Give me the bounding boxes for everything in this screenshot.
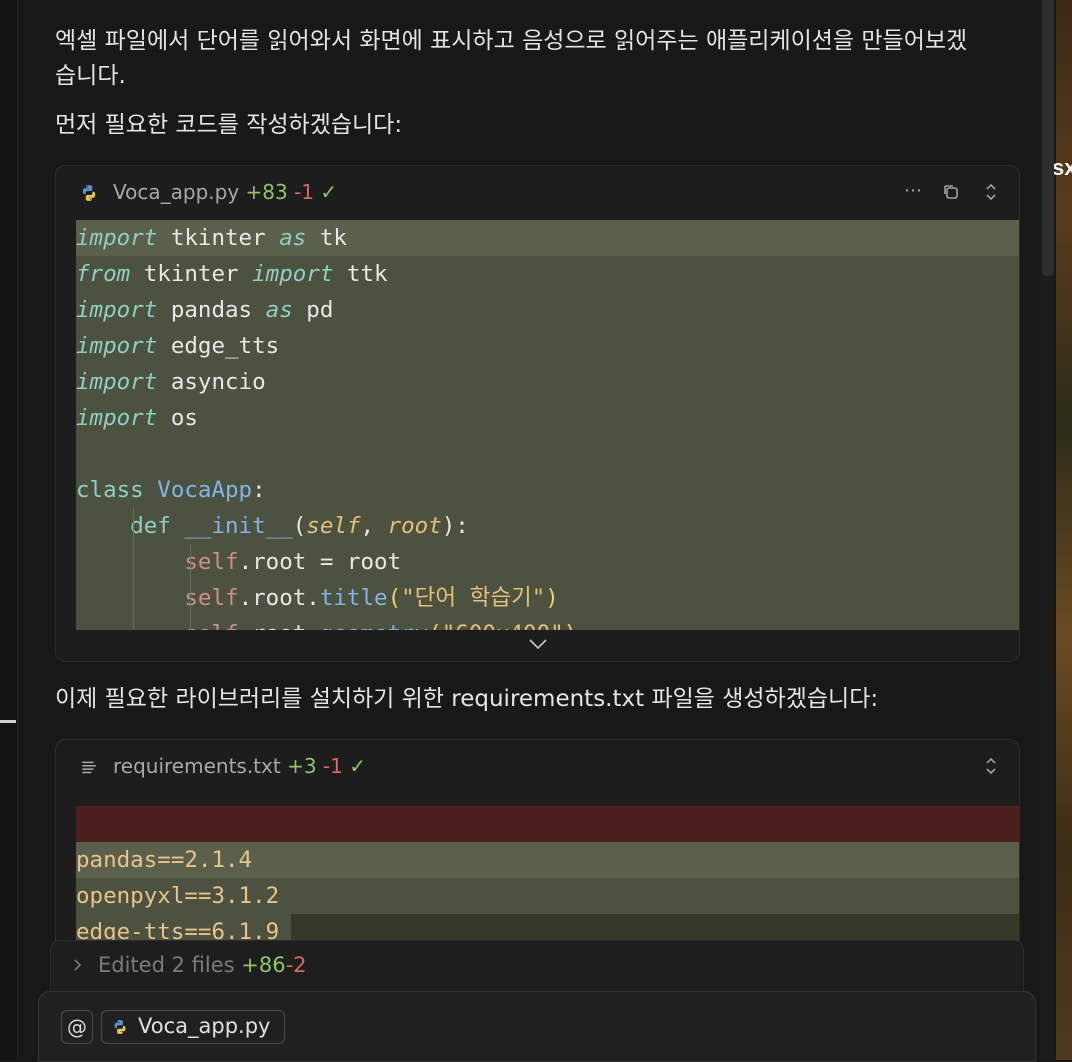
lines-removed-count: -1 bbox=[322, 754, 343, 778]
lines-removed-count: -1 bbox=[294, 180, 315, 204]
code-line-11: self.root.title("단어 학습기") bbox=[184, 585, 559, 611]
left-panel-edge bbox=[0, 0, 18, 1060]
context-file-chip[interactable]: Voca_app.py bbox=[101, 1010, 285, 1044]
applied-check-icon: ✓ bbox=[320, 180, 338, 204]
code-line-3: import pandas as pd bbox=[76, 297, 334, 323]
lines-added-count: +83 bbox=[245, 180, 288, 204]
edited-files-summary[interactable]: Edited 2 files +86-2 bbox=[50, 940, 1024, 993]
req-line-1: pandas==2.1.4 bbox=[76, 842, 1019, 878]
code-line-2: from tkinter import ttk bbox=[76, 261, 388, 287]
edited-files-text: Edited 2 files +86-2 bbox=[98, 953, 307, 977]
code-line-6: import os bbox=[76, 405, 198, 431]
background-window-text: sx bbox=[1052, 155, 1072, 180]
left-panel-indicator bbox=[0, 720, 16, 723]
removed-line bbox=[76, 806, 1019, 842]
code-block-filename[interactable]: requirements.txt +3 -1 ✓ bbox=[113, 754, 366, 778]
total-added-count: +86 bbox=[241, 953, 286, 977]
code-diff-area[interactable]: pandas==2.1.4 openpyxl==3.1.2 edge-tts==… bbox=[76, 806, 1019, 961]
chat-scrollbar-thumb[interactable] bbox=[1042, 0, 1054, 276]
text-file-icon bbox=[82, 761, 96, 774]
expand-collapse-icon[interactable] bbox=[980, 180, 1002, 204]
code-line-9: def __init__(self, root): bbox=[130, 513, 469, 539]
code-block-header[interactable]: Voca_app.py +83 -1 ✓ ⋯ bbox=[56, 166, 1019, 220]
code-block-header[interactable]: requirements.txt +3 -1 ✓ bbox=[56, 740, 1019, 794]
chevron-right-icon[interactable] bbox=[71, 953, 83, 978]
code-line-1: import tkinter as tk bbox=[76, 220, 1019, 256]
context-file-name: Voca_app.py bbox=[138, 1014, 271, 1038]
lines-added-count: +3 bbox=[287, 754, 317, 778]
chat-composer[interactable]: @ Voca_app.py bbox=[38, 991, 1036, 1062]
code-diff-area[interactable]: import tkinter as tk from tkinter import… bbox=[76, 220, 1019, 630]
code-line-10: self.root = root bbox=[184, 549, 402, 575]
python-file-icon bbox=[82, 185, 96, 201]
expand-code-chevron-icon[interactable] bbox=[526, 636, 550, 654]
copy-icon[interactable] bbox=[940, 180, 962, 204]
filename-text: requirements.txt bbox=[113, 754, 281, 778]
message-text-line1: 엑셀 파일에서 단어를 읽어와서 화면에 표시하고 음성으로 읽어주는 애플리케… bbox=[55, 28, 968, 54]
total-removed-count: -2 bbox=[285, 953, 307, 977]
indent-guide bbox=[190, 544, 191, 630]
mention-button[interactable]: @ bbox=[61, 1010, 93, 1044]
message-text-requirements-intro: 이제 필요한 라이브러리를 설치하기 위한 requirements.txt 파… bbox=[55, 686, 879, 712]
code-line-5: import asyncio bbox=[76, 369, 266, 395]
code-block-filename[interactable]: Voca_app.py +83 -1 ✓ bbox=[113, 180, 337, 204]
applied-check-icon: ✓ bbox=[349, 754, 366, 778]
message-text-code-intro: 먼저 필요한 코드를 작성하겠습니다: bbox=[55, 112, 403, 138]
filename-text: Voca_app.py bbox=[113, 180, 240, 204]
code-block-requirements: requirements.txt +3 -1 ✓ pandas==2.1.4 o… bbox=[55, 739, 1020, 962]
code-line-4: import edge_tts bbox=[76, 333, 280, 359]
code-line-8: class VocaApp: bbox=[76, 477, 266, 503]
more-options-icon[interactable]: ⋯ bbox=[902, 180, 924, 204]
code-block-voca-app: Voca_app.py +83 -1 ✓ ⋯ import tkinter as… bbox=[55, 165, 1020, 662]
indent-guide bbox=[133, 508, 134, 630]
expand-collapse-icon[interactable] bbox=[980, 754, 1002, 778]
edited-files-label: Edited 2 files bbox=[98, 953, 235, 977]
req-line-2: openpyxl==3.1.2 bbox=[76, 878, 1019, 914]
python-file-icon bbox=[114, 1020, 126, 1034]
message-text-line2: 습니다. bbox=[55, 63, 126, 89]
